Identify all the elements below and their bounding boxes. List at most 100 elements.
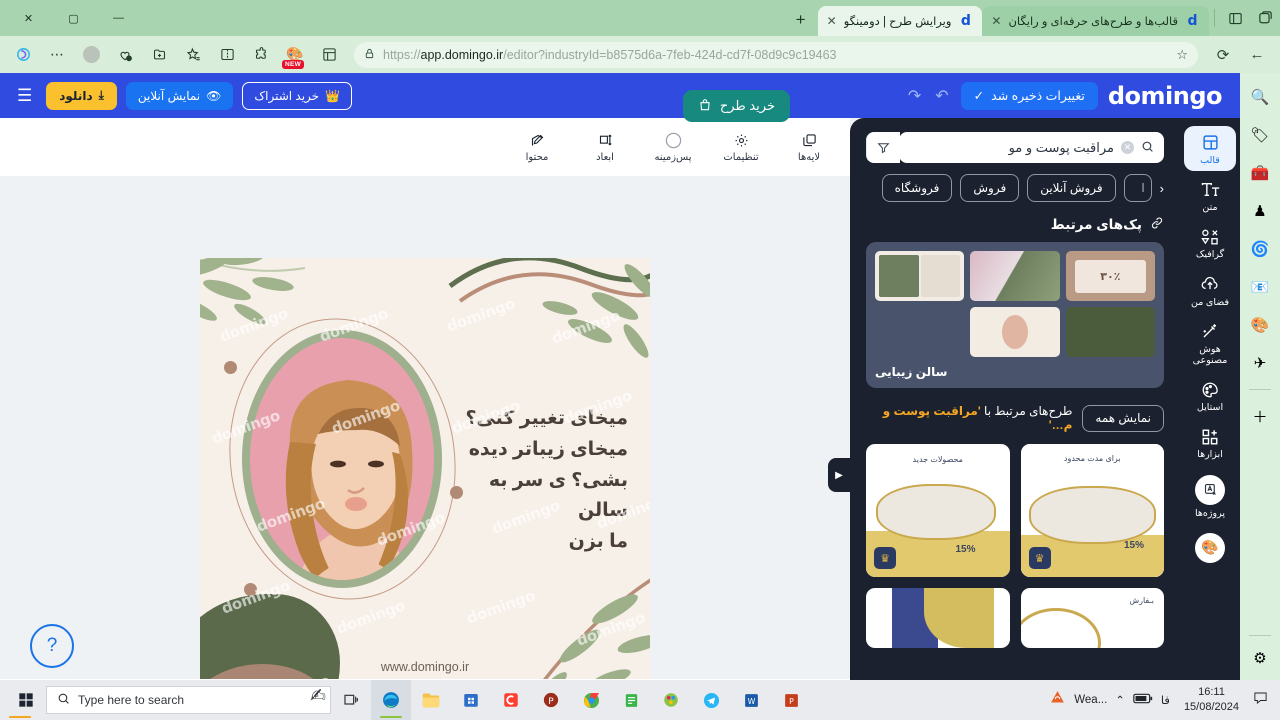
outlook-icon[interactable]: 📧 bbox=[1248, 275, 1272, 299]
canvas-area[interactable]: خرید طرح میخای تغییر کنی؟ میخای زیباتر د… bbox=[0, 90, 850, 680]
camtasia-icon[interactable] bbox=[491, 680, 531, 720]
notepad-icon[interactable] bbox=[611, 680, 651, 720]
panel-collapse-button[interactable]: ▶ bbox=[828, 458, 850, 492]
rail-item-extra[interactable]: 🎨 bbox=[1184, 526, 1236, 568]
rail-item-ai[interactable]: هوش مصنوعی bbox=[1184, 315, 1236, 371]
taskbar-search[interactable]: Type here to search ✍ bbox=[46, 686, 331, 714]
profile-avatar[interactable] bbox=[76, 41, 106, 69]
portrait-frame[interactable] bbox=[242, 330, 442, 588]
pack-thumbnail[interactable] bbox=[970, 307, 1060, 357]
design-card[interactable]: محصولات جدید 15% ♛ bbox=[866, 444, 1010, 577]
maximize-button[interactable]: ▢ bbox=[51, 0, 96, 36]
chip-sales[interactable]: فروش bbox=[960, 174, 1020, 202]
rail-item-template[interactable]: قالب bbox=[1184, 126, 1236, 172]
telegram-icon[interactable]: ✈ bbox=[1248, 351, 1272, 375]
favorite-star-icon[interactable]: ☆ bbox=[1176, 47, 1188, 63]
rail-item-my-space[interactable]: فضای من bbox=[1184, 268, 1236, 313]
close-window-button[interactable]: ✕ bbox=[6, 0, 51, 36]
chevron-left-icon[interactable]: ‹ bbox=[1160, 181, 1164, 196]
clock[interactable]: 16:11 15/08/2024 bbox=[1178, 685, 1245, 715]
back-icon[interactable]: ← bbox=[1242, 41, 1272, 69]
microsoft365-icon[interactable]: 🌀 bbox=[1248, 237, 1272, 261]
sidebar-settings-icon[interactable]: ⚙ bbox=[1248, 646, 1272, 670]
language-indicator[interactable]: فا bbox=[1161, 693, 1170, 707]
notification-center-icon[interactable] bbox=[1253, 691, 1268, 710]
browser-tab-1[interactable]: d قالب‌ها و طرح‌های حرفه‌ای و رایگان ✕ bbox=[982, 6, 1209, 36]
pack-thumbnail[interactable] bbox=[875, 251, 965, 301]
design-card[interactable]: برای مدت محدود 15% ♛ bbox=[1020, 444, 1164, 577]
toolbar-item-layers[interactable]: لایه‌ها bbox=[786, 131, 832, 163]
task-view-icon[interactable] bbox=[331, 680, 371, 720]
browser-tab-2[interactable]: d ویرایش طرح | دومینگو ✕ bbox=[817, 6, 983, 36]
chip-store[interactable]: فروشگاه bbox=[881, 174, 953, 202]
settings-more-icon[interactable]: ⋯ bbox=[42, 41, 72, 69]
minimize-button[interactable]: — bbox=[96, 0, 141, 36]
reload-icon[interactable]: ⟳ bbox=[1208, 41, 1238, 69]
toolbar-item-content[interactable]: محتوا bbox=[514, 131, 560, 163]
design-card[interactable] bbox=[866, 588, 1010, 648]
microsoft-store-icon[interactable] bbox=[451, 680, 491, 720]
design-card[interactable]: بـفارش bbox=[1020, 588, 1164, 648]
weather-icon[interactable] bbox=[1049, 689, 1066, 711]
edge-icon[interactable] bbox=[371, 680, 411, 720]
address-bar[interactable]: https://app.domingo.ir/editor?industryId… bbox=[354, 41, 1198, 68]
battery-icon[interactable] bbox=[1133, 691, 1153, 709]
buy-subscription-button[interactable]: 👑 خرید اشتراک bbox=[242, 81, 353, 110]
buy-design-button[interactable]: خرید طرح bbox=[682, 90, 790, 122]
pack-card[interactable]: ۳۰٪ سالن زیبایی bbox=[866, 242, 1164, 388]
search-input[interactable]: ✕ مراقبت پوست و مو bbox=[899, 132, 1164, 163]
collections-icon[interactable] bbox=[314, 41, 344, 69]
toolbar-item-settings[interactable]: تنظیمات bbox=[718, 131, 764, 163]
download-button[interactable]: ⤓ دانلود bbox=[46, 81, 117, 110]
tools-icon[interactable]: 🧰 bbox=[1248, 161, 1272, 185]
filter-button[interactable] bbox=[866, 132, 900, 163]
chrome-icon[interactable] bbox=[571, 680, 611, 720]
add-collection-icon[interactable] bbox=[144, 41, 174, 69]
file-explorer-icon[interactable] bbox=[411, 680, 451, 720]
rail-item-tools[interactable]: ابزارها bbox=[1184, 420, 1236, 465]
chip-online-sales[interactable]: فروش آنلاین bbox=[1027, 174, 1116, 202]
split-screen-icon[interactable] bbox=[212, 41, 242, 69]
browser-essentials-icon[interactable] bbox=[110, 41, 140, 69]
favorites-icon[interactable] bbox=[178, 41, 208, 69]
undo-icon[interactable]: ↶ bbox=[933, 86, 950, 106]
poster-design[interactable]: میخای تغییر کنی؟ میخای زیباتر دیده بشی؟ … bbox=[200, 258, 650, 680]
paint-icon[interactable] bbox=[651, 680, 691, 720]
workspaces-icon[interactable] bbox=[1250, 0, 1280, 36]
pack-thumbnail[interactable] bbox=[1065, 307, 1155, 357]
powerpoint-icon[interactable]: P bbox=[771, 680, 811, 720]
copilot-icon[interactable] bbox=[8, 41, 38, 69]
chip-partial[interactable]: ا bbox=[1123, 174, 1152, 202]
designer-icon[interactable]: 🎨 bbox=[1248, 313, 1272, 337]
toolbar-item-dimensions[interactable]: ابعاد bbox=[582, 131, 628, 163]
help-button[interactable]: ? bbox=[30, 624, 74, 668]
word-icon[interactable]: W bbox=[731, 680, 771, 720]
pack-thumbnail[interactable]: ۳۰٪ bbox=[1065, 251, 1155, 301]
add-sidebar-icon[interactable]: ＋ bbox=[1248, 404, 1272, 428]
rail-item-projects[interactable]: پروژه‌ها bbox=[1184, 468, 1236, 524]
show-hidden-icons[interactable]: ⌃ bbox=[1115, 693, 1125, 707]
rail-item-graphics[interactable]: گرافیک bbox=[1184, 220, 1236, 265]
redo-icon[interactable]: ↷ bbox=[906, 86, 923, 106]
close-icon[interactable]: ✕ bbox=[827, 14, 837, 28]
shopping-tag-icon[interactable]: 🏷 bbox=[1248, 123, 1272, 147]
rail-item-style[interactable]: استایل bbox=[1184, 373, 1236, 418]
copilot-new-icon[interactable]: 🎨 NEW bbox=[280, 41, 310, 69]
search-icon[interactable]: 🔍 bbox=[1248, 85, 1272, 109]
poster-headline[interactable]: میخای تغییر کنی؟ میخای زیباتر دیده بشی؟ … bbox=[438, 404, 628, 558]
hamburger-menu-icon[interactable]: ☰ bbox=[12, 86, 37, 106]
weather-label[interactable]: Wea... bbox=[1074, 694, 1107, 706]
rail-item-text[interactable]: متن bbox=[1184, 173, 1236, 218]
show-all-button[interactable]: نمایش همه bbox=[1082, 404, 1164, 432]
extensions-icon[interactable] bbox=[246, 41, 276, 69]
games-icon[interactable]: ♟ bbox=[1248, 199, 1272, 223]
pack-thumbnail[interactable] bbox=[970, 251, 1060, 301]
online-preview-button[interactable]: 👁 نمایش آنلاین bbox=[125, 81, 234, 110]
photoshop-icon[interactable]: P bbox=[531, 680, 571, 720]
new-tab-button[interactable]: + bbox=[788, 7, 814, 33]
toolbar-item-background[interactable]: پس‌زمینه bbox=[650, 131, 696, 163]
saved-status-button[interactable]: تغییرات ذخیره شد ✓ bbox=[960, 81, 1098, 110]
telegram-icon[interactable] bbox=[691, 680, 731, 720]
close-icon[interactable]: ✕ bbox=[991, 14, 1001, 28]
tab-actions-icon[interactable] bbox=[1220, 0, 1250, 36]
